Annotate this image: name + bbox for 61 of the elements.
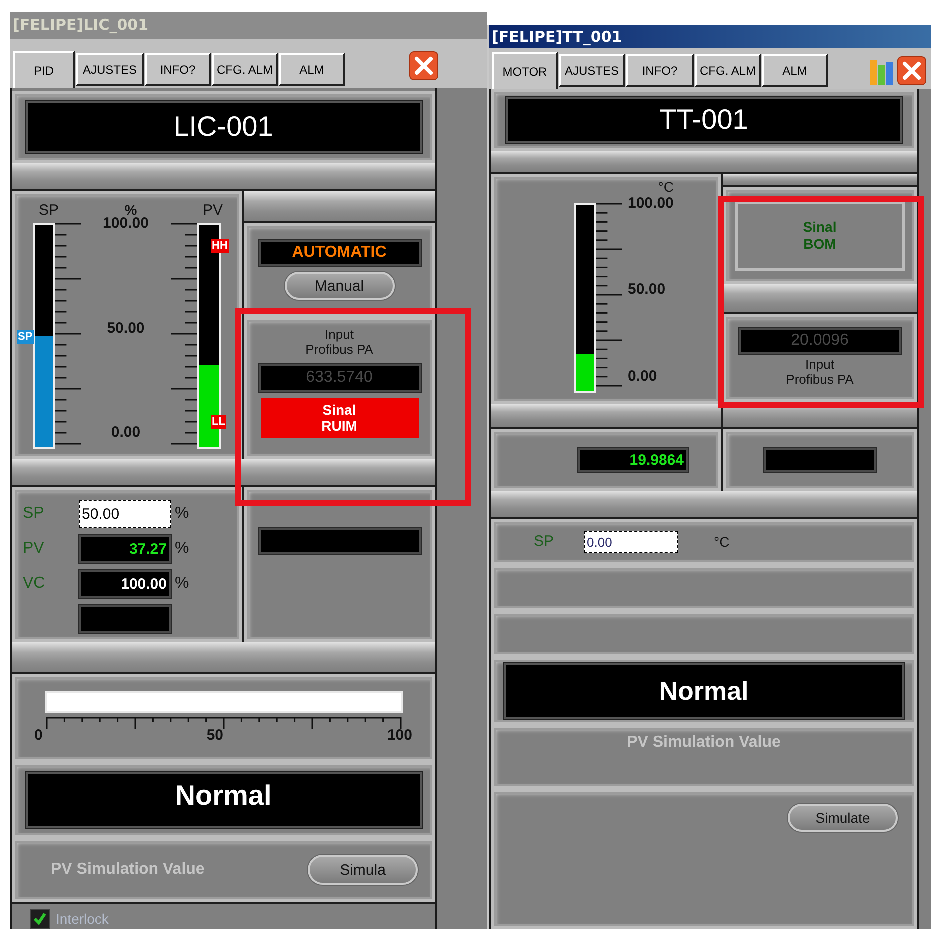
input-value: 633.5740 xyxy=(258,364,420,392)
mode-status: AUTOMATIC xyxy=(258,240,420,266)
input-value: 20.0096 xyxy=(739,328,901,354)
tick-label: 50.00 xyxy=(628,281,667,299)
tab[interactable]: AJUSTES xyxy=(559,54,625,87)
tab[interactable]: MOTOR xyxy=(492,52,558,89)
manual-button[interactable]: Manual xyxy=(284,272,394,300)
scale-label: 100 xyxy=(387,727,412,745)
pv-value: 19.9864 xyxy=(578,448,688,472)
alarm-status-display: Normal xyxy=(26,772,422,828)
tab[interactable]: ALM xyxy=(762,54,828,87)
sp-label: SP xyxy=(39,202,60,220)
value-label: PV xyxy=(23,540,46,558)
unit-label: % xyxy=(175,504,190,524)
simulation-label: PV Simulation Value xyxy=(627,734,781,752)
tick-label: 0.00 xyxy=(628,368,658,385)
input-label: Input Profibus PA xyxy=(786,358,854,388)
tag-display: TT-001 xyxy=(506,97,902,143)
sp-label: SP xyxy=(534,533,554,551)
unit-label: % xyxy=(124,202,138,218)
unit-label: °C xyxy=(714,534,730,550)
ll-marker: LL xyxy=(211,415,226,430)
unit-label: % xyxy=(175,574,190,594)
window-title: [FELIPE]LIC_001 xyxy=(10,12,487,39)
tab[interactable]: ALM xyxy=(279,53,345,86)
tick-label: 100.00 xyxy=(103,215,149,232)
unit-label: % xyxy=(175,540,190,558)
unit-label: °C xyxy=(658,179,674,197)
tab[interactable]: AJUSTES xyxy=(76,53,144,86)
sp-input-field[interactable]: 0.00 xyxy=(584,531,678,553)
pv-label: PV xyxy=(202,202,223,220)
signal-indicator: Sinal BOM xyxy=(735,200,905,270)
simulate-button[interactable]: Simulate xyxy=(788,804,898,832)
interlock-label: Interlock xyxy=(56,910,109,928)
window-title: [FELIPE]TT_001 xyxy=(489,25,931,48)
output-value: 100.00 xyxy=(79,570,171,598)
tab[interactable]: CFG. ALM xyxy=(212,53,278,86)
tab[interactable]: INFO? xyxy=(626,54,694,87)
input-label: Input Profibus PA xyxy=(306,328,374,358)
pv-value: 37.27 xyxy=(79,535,171,563)
tag-display: LIC-001 xyxy=(26,101,422,153)
signal-indicator: Sinal RUIM xyxy=(260,398,418,438)
sp-input-field[interactable]: 50.00 xyxy=(79,500,171,528)
tick-label: 0.00 xyxy=(111,424,141,442)
tick-label: 100.00 xyxy=(628,195,674,212)
hh-marker: HH xyxy=(211,239,229,254)
tab[interactable]: CFG. ALM xyxy=(695,54,761,87)
alarm-status-display: Normal xyxy=(504,663,904,719)
scale-label: 50 xyxy=(206,727,224,745)
value-label: VC xyxy=(23,574,46,594)
tick-label: 50.00 xyxy=(107,320,145,337)
tab[interactable]: INFO? xyxy=(145,53,211,86)
value-label: SP xyxy=(23,504,46,524)
interlock-checkbox[interactable] xyxy=(30,909,50,929)
close-icon[interactable] xyxy=(897,56,927,86)
close-icon[interactable] xyxy=(409,51,439,82)
tab[interactable]: PID xyxy=(13,51,75,88)
sp-marker: SP xyxy=(17,330,34,344)
check-icon xyxy=(33,912,47,926)
scale-label: 0 xyxy=(34,727,43,745)
simulation-label: PV Simulation Value xyxy=(51,861,205,879)
